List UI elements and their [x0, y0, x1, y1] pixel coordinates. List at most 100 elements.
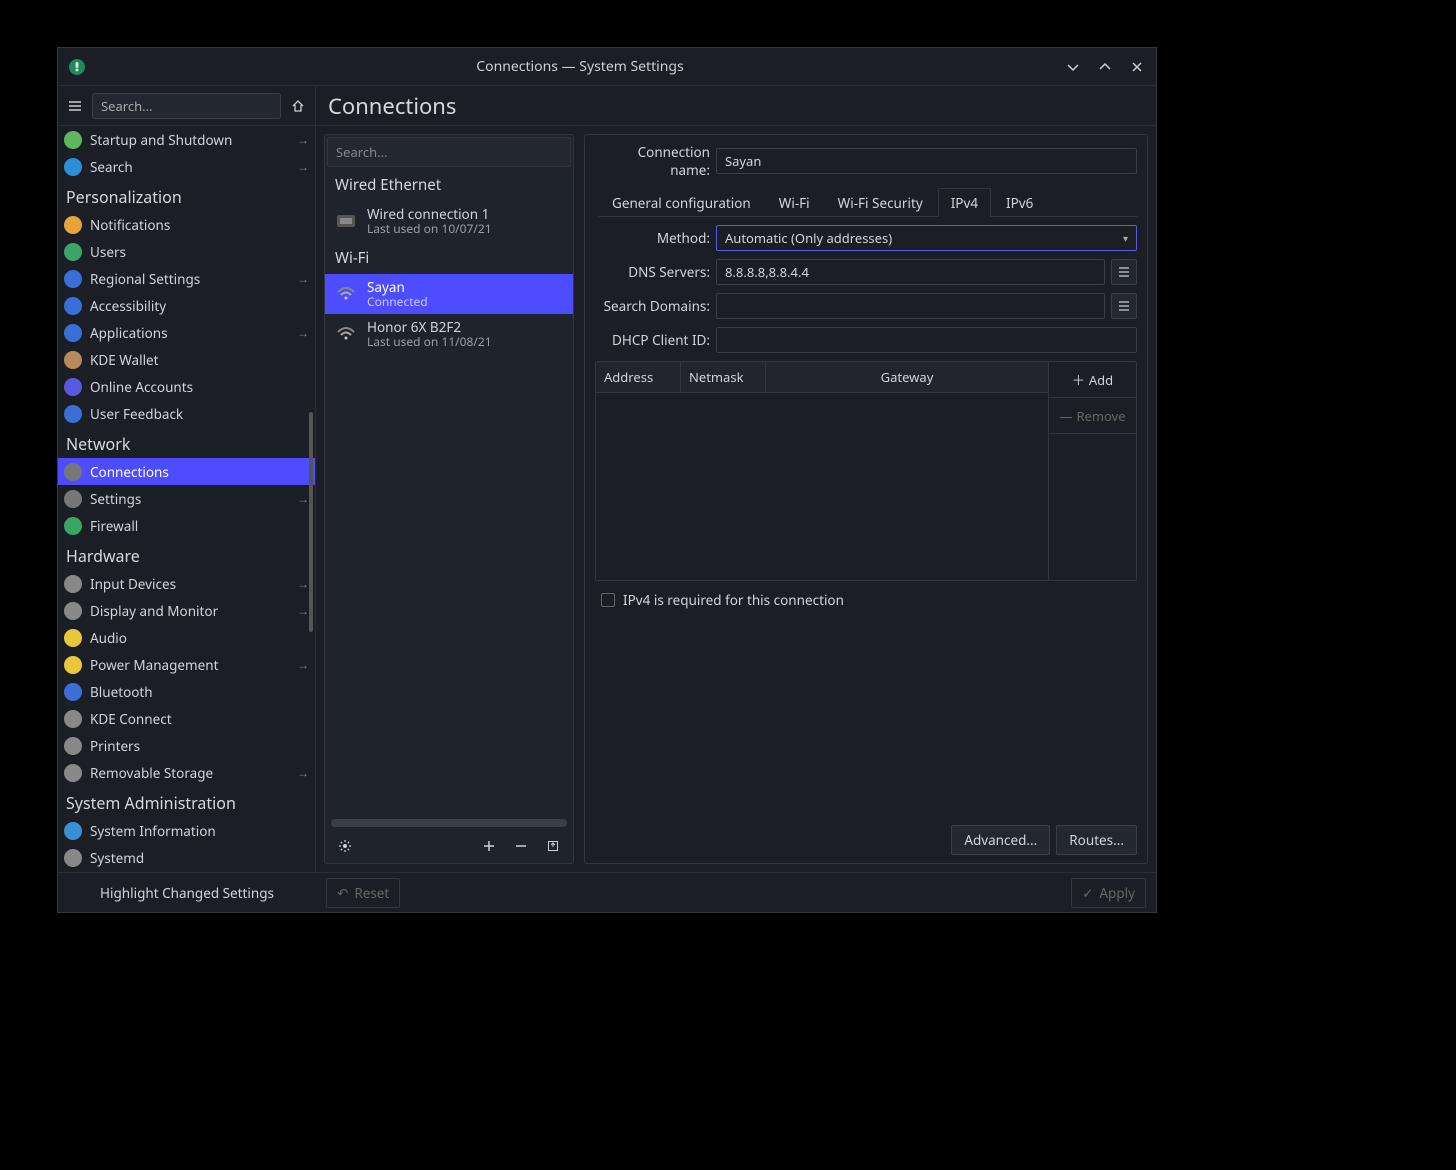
plus-icon: ＋: [1072, 370, 1085, 389]
add-connection-button[interactable]: [479, 836, 499, 856]
export-connection-button[interactable]: [543, 836, 563, 856]
scrollbar-thumb[interactable]: [309, 412, 313, 632]
method-label: Method:: [595, 229, 710, 247]
dns-edit-button[interactable]: [1111, 259, 1137, 285]
sidebar-item-bluetooth[interactable]: Bluetooth: [58, 678, 315, 705]
apply-button: ✓ Apply: [1071, 878, 1146, 908]
connection-name-input[interactable]: [716, 148, 1137, 174]
minimize-button[interactable]: [1064, 58, 1082, 76]
chevron-right-icon: →: [297, 324, 309, 341]
reset-button: ↶ Reset: [326, 878, 400, 908]
chevron-right-icon: →: [297, 158, 309, 175]
search-domains-input[interactable]: [716, 293, 1105, 319]
routes-table: Address Netmask Gateway ＋ Add: [595, 361, 1137, 581]
sidebar-item-search[interactable]: Search→: [58, 153, 315, 180]
chevron-right-icon: →: [297, 490, 309, 507]
ipv4-required-checkbox[interactable]: [601, 593, 615, 607]
sidebar: Search… Startup and Shutdown→Search→Pers…: [58, 86, 316, 872]
chevron-right-icon: →: [297, 764, 309, 781]
advanced-button[interactable]: Advanced...: [951, 825, 1050, 855]
connection-group-heading: Wi-Fi: [325, 242, 573, 274]
connection-group-heading: Wired Ethernet: [325, 169, 573, 201]
tab-wi-fi-security[interactable]: Wi-Fi Security: [825, 188, 936, 217]
sidebar-item-input-devices[interactable]: Input Devices→: [58, 570, 315, 597]
close-button[interactable]: [1128, 58, 1146, 76]
routes-header: Address Netmask Gateway: [596, 362, 1048, 393]
wifi-icon: [335, 323, 357, 345]
sidebar-item-printers[interactable]: Printers: [58, 732, 315, 759]
configure-button[interactable]: [335, 836, 355, 856]
sidebar-item-kde-connect[interactable]: KDE Connect: [58, 705, 315, 732]
sidebar-item-system-information[interactable]: System Information: [58, 817, 315, 844]
search-domains-label: Search Domains:: [595, 297, 710, 315]
tab-general-configuration[interactable]: General configuration: [599, 188, 764, 217]
sidebar-item-notifications[interactable]: Notifications: [58, 211, 315, 238]
connections-list: Search... Wired Ethernet Wired connectio…: [324, 134, 574, 864]
window-controls: [1064, 58, 1146, 76]
sidebar-item-settings[interactable]: Settings→: [58, 485, 315, 512]
sidebar-item-regional-settings[interactable]: Regional Settings→: [58, 265, 315, 292]
sidebar-item-connections[interactable]: Connections: [58, 458, 315, 485]
maximize-button[interactable]: [1096, 58, 1114, 76]
highlight-changed-button[interactable]: Highlight Changed Settings: [58, 884, 316, 902]
hamburger-button[interactable]: [64, 95, 86, 117]
sidebar-item-audio[interactable]: Audio: [58, 624, 315, 651]
connection-item[interactable]: Wired connection 1 Last used on 10/07/21: [325, 201, 573, 242]
sidebar-search-input[interactable]: Search…: [92, 93, 281, 119]
undo-icon: ↶: [337, 884, 348, 902]
dns-servers-label: DNS Servers:: [595, 263, 710, 281]
check-icon: ✓: [1082, 884, 1093, 902]
connections-search-input[interactable]: Search...: [327, 137, 571, 167]
sidebar-item-user-feedback[interactable]: User Feedback: [58, 400, 315, 427]
dns-servers-input[interactable]: [716, 259, 1105, 285]
add-route-button[interactable]: ＋ Add: [1049, 362, 1136, 398]
chevron-right-icon: →: [297, 602, 309, 619]
section-heading: Personalization: [58, 180, 315, 211]
sidebar-item-users[interactable]: Users: [58, 238, 315, 265]
home-button[interactable]: [287, 95, 309, 117]
sidebar-item-firewall[interactable]: Firewall: [58, 512, 315, 539]
titlebar: Connections — System Settings: [58, 48, 1156, 86]
tab-wi-fi[interactable]: Wi-Fi: [766, 188, 823, 217]
sidebar-item-kde-wallet[interactable]: KDE Wallet: [58, 346, 315, 373]
remove-connection-button[interactable]: [511, 836, 531, 856]
sidebar-item-online-accounts[interactable]: Online Accounts: [58, 373, 315, 400]
dhcp-client-id-label: DHCP Client ID:: [595, 331, 710, 349]
routes-button[interactable]: Routes...: [1056, 825, 1137, 855]
connection-item[interactable]: Honor 6X B2F2 Last used on 11/08/21: [325, 314, 573, 355]
chevron-right-icon: →: [297, 131, 309, 148]
routes-body[interactable]: [596, 393, 1048, 580]
settings-window: Connections — System Settings Search… St…: [57, 47, 1157, 913]
app-icon: [68, 58, 86, 76]
connections-toolbar: [325, 829, 573, 863]
section-heading: Hardware: [58, 539, 315, 570]
sidebar-item-accessibility[interactable]: Accessibility: [58, 292, 315, 319]
search-edit-button[interactable]: [1111, 293, 1137, 319]
sidebar-item-power-management[interactable]: Power Management→: [58, 651, 315, 678]
chevron-right-icon: →: [297, 575, 309, 592]
main-panel: Connections Search... Wired Ethernet Wir…: [316, 86, 1156, 872]
sidebar-item-systemd[interactable]: Systemd: [58, 844, 315, 871]
sidebar-toolbar: Search…: [58, 86, 315, 126]
chevron-right-icon: →: [297, 270, 309, 287]
footer: Highlight Changed Settings ↶ Reset ✓ App…: [58, 872, 1156, 912]
chevron-down-icon: ▾: [1123, 231, 1128, 245]
connection-name-label: Connection name:: [595, 143, 710, 179]
sidebar-nav: Startup and Shutdown→Search→Personalizat…: [58, 126, 315, 872]
sidebar-item-removable-storage[interactable]: Removable Storage→: [58, 759, 315, 786]
connection-item[interactable]: Sayan Connected: [325, 274, 573, 315]
list-scrollbar[interactable]: [331, 819, 567, 827]
wifi-icon: [335, 283, 357, 305]
sidebar-item-display-and-monitor[interactable]: Display and Monitor→: [58, 597, 315, 624]
minus-icon: —: [1059, 407, 1072, 425]
method-select[interactable]: Automatic (Only addresses) ▾: [716, 225, 1137, 251]
remove-route-button: — Remove: [1049, 398, 1136, 434]
sidebar-item-startup-and-shutdown[interactable]: Startup and Shutdown→: [58, 126, 315, 153]
tab-ipv4[interactable]: IPv4: [938, 188, 991, 217]
col-address: Address: [596, 362, 681, 392]
dhcp-client-id-input[interactable]: [716, 327, 1137, 353]
col-netmask: Netmask: [681, 362, 766, 392]
tab-ipv6[interactable]: IPv6: [993, 188, 1046, 217]
sidebar-item-applications[interactable]: Applications→: [58, 319, 315, 346]
section-heading: System Administration: [58, 786, 315, 817]
